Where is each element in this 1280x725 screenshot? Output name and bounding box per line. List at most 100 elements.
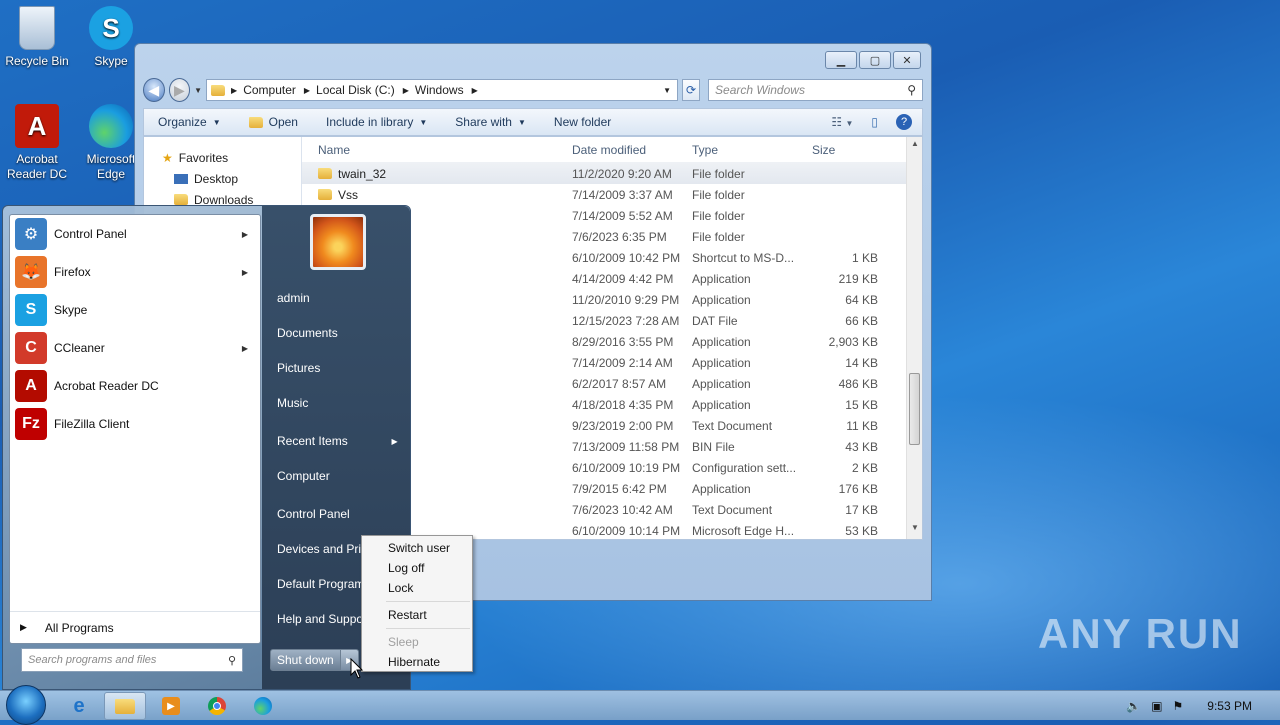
user-avatar[interactable]: [310, 214, 366, 270]
start-item-recent-items[interactable]: Recent Items ▶: [277, 431, 398, 451]
all-programs-button[interactable]: ▶ All Programs: [10, 611, 260, 643]
start-item-help-support[interactable]: Help and Support: [277, 609, 370, 629]
firefox-icon: 🦊: [15, 256, 47, 288]
file-type: Application: [692, 334, 751, 349]
menu-item-switch-user[interactable]: Switch user: [362, 538, 472, 558]
file-size: 15 KB: [845, 397, 878, 412]
taskbar-chrome[interactable]: [196, 692, 238, 720]
file-date: 4/14/2009 4:42 PM: [572, 271, 674, 286]
preview-pane-icon[interactable]: ▯: [871, 115, 878, 129]
table-row[interactable]: twain_32 11/2/2020 9:20 AM File folder: [302, 163, 906, 184]
help-icon[interactable]: ?: [896, 114, 912, 130]
column-date-modified[interactable]: Date modified: [566, 143, 686, 157]
file-type: Text Document: [692, 502, 773, 517]
start-item-ccleaner[interactable]: C CCleaner ▶: [10, 329, 260, 367]
open-folder-icon: [248, 116, 263, 128]
internet-explorer-icon: e: [73, 694, 85, 717]
menu-item-hibernate[interactable]: Hibernate: [362, 652, 472, 672]
refresh-button[interactable]: ⟳: [682, 79, 701, 101]
anyrun-watermark: ANY RUN: [1038, 610, 1243, 657]
start-item-pictures[interactable]: Pictures: [277, 358, 320, 378]
start-item-control-panel[interactable]: ⚙ Control Panel ▶: [10, 215, 260, 253]
search-icon: ⚲: [907, 83, 916, 97]
start-search-input[interactable]: Search programs and files ⚲: [21, 648, 243, 672]
file-size: 66 KB: [845, 313, 878, 328]
menu-item-restart[interactable]: Restart: [362, 605, 472, 625]
address-dropdown-icon[interactable]: ▼: [663, 86, 671, 95]
submenu-arrow-icon: ▶: [241, 229, 248, 239]
back-button[interactable]: ◀: [143, 78, 165, 102]
start-item-computer[interactable]: Computer: [277, 466, 330, 486]
file-type: Application: [692, 271, 751, 286]
start-button[interactable]: [6, 685, 46, 725]
breadcrumb-local-disk[interactable]: Local Disk (C:) ▶: [316, 83, 409, 97]
column-name[interactable]: Name: [302, 143, 566, 157]
taskbar-windows-explorer[interactable]: [104, 692, 146, 720]
start-item-firefox[interactable]: 🦊 Firefox ▶: [10, 253, 260, 291]
start-menu-programs: ⚙ Control Panel ▶ 🦊 Firefox ▶ S Skype C CCleaner ▶…: [9, 214, 261, 644]
start-item-control-panel[interactable]: Control Panel: [277, 504, 350, 524]
submenu-arrow-icon: ▶: [391, 436, 398, 446]
file-type: Application: [692, 292, 751, 307]
scroll-up-icon[interactable]: ▲: [907, 139, 923, 155]
taskbar-edge[interactable]: [242, 692, 284, 720]
file-size: 486 KB: [838, 376, 878, 391]
network-icon[interactable]: ▣: [1151, 699, 1162, 713]
taskbar-internet-explorer[interactable]: e: [58, 692, 100, 720]
volume-icon[interactable]: 🔈: [1126, 699, 1141, 713]
file-date: 6/2/2017 8:57 AM: [572, 376, 667, 391]
start-item-default-programs[interactable]: Default Programs: [277, 574, 370, 594]
start-item-documents[interactable]: Documents: [277, 323, 338, 343]
menu-item-lock[interactable]: Lock: [362, 578, 472, 598]
close-button[interactable]: ✕: [893, 51, 921, 69]
start-item-music[interactable]: Music: [277, 393, 308, 413]
address-bar[interactable]: ▶ Computer ▶ Local Disk (C:) ▶ Windows ▶ ▼: [206, 79, 679, 101]
vertical-scrollbar[interactable]: ▲ ▼: [906, 137, 922, 539]
breadcrumb-windows[interactable]: Windows ▶: [415, 83, 478, 97]
nav-item-favorites[interactable]: ★ Favorites: [144, 147, 301, 168]
shutdown-button[interactable]: Shut down: [270, 649, 341, 671]
control-panel-icon: ⚙: [15, 218, 47, 250]
share-with-button[interactable]: Share with ▼: [441, 115, 540, 129]
system-tray: 🔈 ▣ ⚑ 9:53 PM: [1126, 691, 1280, 721]
menu-item-sleep: Sleep: [388, 635, 419, 649]
forward-button[interactable]: ▶: [168, 78, 191, 102]
window-controls: ▁ ▢ ✕: [825, 51, 921, 69]
minimize-button[interactable]: ▁: [825, 51, 857, 69]
column-type[interactable]: Type: [686, 143, 806, 157]
organize-button[interactable]: Organize ▼: [144, 115, 235, 129]
scroll-thumb[interactable]: [909, 373, 920, 445]
menu-item-log-off[interactable]: Log off: [362, 558, 472, 578]
file-type: File folder: [692, 229, 745, 244]
start-item-skype[interactable]: S Skype: [10, 291, 260, 329]
start-item-filezilla[interactable]: Fz FileZilla Client: [10, 405, 260, 443]
clock[interactable]: 9:53 PM: [1207, 699, 1252, 713]
file-date: 6/10/2009 10:14 PM: [572, 523, 681, 538]
action-center-flag-icon[interactable]: ⚑: [1173, 699, 1184, 713]
search-icon: ⚲: [227, 654, 236, 667]
explorer-icon: [115, 698, 135, 714]
maximize-button[interactable]: ▢: [859, 51, 891, 69]
search-windows-input[interactable]: Search Windows ⚲: [708, 79, 923, 101]
folder-icon: [318, 189, 332, 200]
column-headers: Name Date modified Type Size: [302, 137, 906, 163]
column-size[interactable]: Size: [806, 143, 886, 157]
file-size: 2,903 KB: [828, 334, 878, 349]
start-item-user[interactable]: admin: [277, 288, 310, 308]
view-options-icon[interactable]: ☷ ▼: [831, 115, 853, 129]
include-in-library-button[interactable]: Include in library ▼: [312, 115, 441, 129]
scroll-down-icon[interactable]: ▼: [907, 523, 923, 539]
nav-item-desktop[interactable]: Desktop: [144, 168, 301, 189]
new-folder-button[interactable]: New folder: [540, 115, 625, 129]
table-row[interactable]: Vss 7/14/2009 3:37 AM File folder: [302, 184, 906, 205]
start-item-acrobat[interactable]: A Acrobat Reader DC: [10, 367, 260, 405]
taskbar-media-player[interactable]: ▶: [150, 692, 192, 720]
breadcrumb-computer[interactable]: Computer ▶: [243, 83, 310, 97]
desktop-icon-recycle-bin[interactable]: Recycle Bin: [0, 6, 74, 69]
recent-pages-dropdown-icon[interactable]: ▼: [194, 86, 202, 95]
open-button[interactable]: Open: [235, 115, 312, 129]
downloads-icon: [174, 194, 188, 205]
file-size: 11 KB: [846, 418, 878, 433]
desktop-icon-acrobat[interactable]: A Acrobat Reader DC: [0, 104, 74, 182]
file-type: File folder: [692, 208, 745, 223]
